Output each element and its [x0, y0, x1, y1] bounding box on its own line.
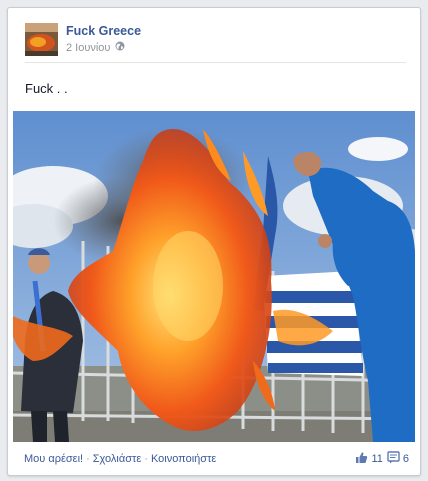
- comments-count: 6: [402, 452, 409, 465]
- post-actions: Μου αρέσει! · Σχολιάστε · Κοινοποιήστε: [13, 453, 216, 465]
- thumbs-up-icon: [355, 451, 368, 467]
- post-date[interactable]: 2 Ιουνίου: [66, 42, 110, 54]
- comments-count-link[interactable]: 6: [387, 450, 409, 467]
- post-photo[interactable]: [13, 111, 415, 442]
- action-separator: ·: [144, 452, 148, 465]
- share-link[interactable]: Κοινοποιήστε: [151, 453, 216, 465]
- globe-icon: [115, 41, 125, 54]
- header-divider: [25, 62, 406, 63]
- page-avatar[interactable]: [25, 23, 58, 56]
- comment-link[interactable]: Σχολιάστε: [93, 453, 142, 465]
- post-meta: 2 Ιουνίου: [66, 41, 125, 54]
- action-separator: ·: [86, 452, 90, 465]
- post-counts: 11 6: [355, 450, 415, 467]
- like-link[interactable]: Μου αρέσει!: [24, 453, 83, 465]
- likes-count: 11: [371, 452, 383, 465]
- post-text: Fuck . .: [25, 81, 68, 96]
- post-card: Fuck Greece 2 Ιουνίου Fuck . . Μου αρέσε…: [7, 7, 421, 476]
- page-name-link[interactable]: Fuck Greece: [66, 24, 141, 38]
- comment-icon: [387, 450, 400, 467]
- post-footer: Μου αρέσει! · Σχολιάστε · Κοινοποιήστε 1…: [13, 445, 415, 472]
- likes-count-link[interactable]: 11: [355, 451, 383, 467]
